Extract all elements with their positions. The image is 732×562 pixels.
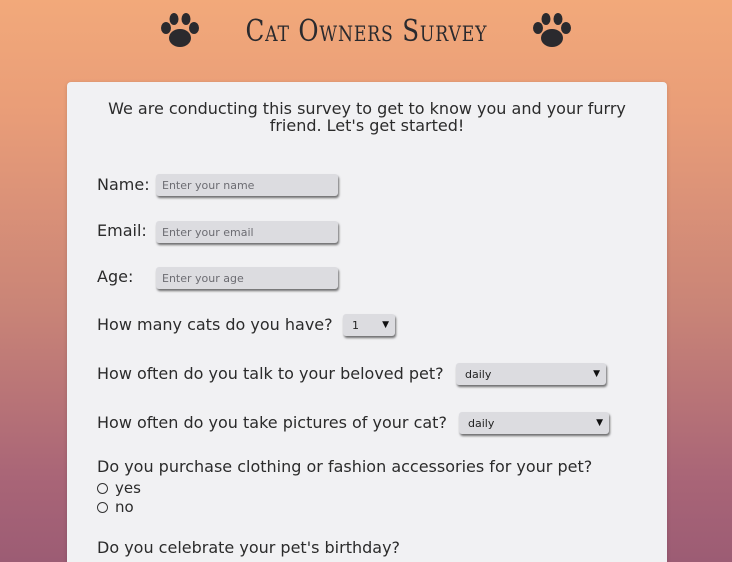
page-title: Cat Owners Survey: [245, 13, 487, 49]
clothing-question-label: Do you purchase clothing or fashion acce…: [97, 457, 593, 476]
email-input[interactable]: [156, 221, 338, 243]
paw-icon: [531, 12, 573, 50]
intro-text: We are conducting this survey to get to …: [108, 99, 626, 135]
cat-count-label: How many cats do you have?: [97, 315, 333, 334]
talk-frequency-value: daily: [465, 367, 492, 381]
radio-label-no: no: [115, 498, 134, 516]
dropdown-arrow-icon: ▼: [382, 320, 389, 330]
radio-button[interactable]: [97, 482, 108, 494]
talk-frequency-label: How often do you talk to your beloved pe…: [97, 364, 444, 383]
clothing-option-no[interactable]: no: [97, 498, 134, 516]
radio-label-yes: yes: [115, 479, 141, 497]
cat-count-select[interactable]: 1 ▼: [343, 314, 395, 336]
birthday-question-label: Do you celebrate your pet's birthday?: [97, 538, 401, 557]
age-label: Age:: [97, 267, 134, 286]
name-input[interactable]: [156, 174, 338, 196]
clothing-option-yes[interactable]: yes: [97, 479, 141, 497]
email-label: Email:: [97, 221, 147, 240]
picture-frequency-value: daily: [468, 416, 495, 430]
name-label: Name:: [97, 175, 150, 194]
radio-button[interactable]: [97, 501, 108, 513]
survey-form: We are conducting this survey to get to …: [67, 82, 667, 562]
talk-frequency-select[interactable]: daily ▼: [456, 363, 606, 385]
age-input[interactable]: [156, 267, 338, 289]
picture-frequency-label: How often do you take pictures of your c…: [97, 413, 447, 432]
dropdown-arrow-icon: ▼: [593, 369, 600, 379]
paw-icon: [159, 12, 201, 50]
dropdown-arrow-icon: ▼: [596, 418, 603, 428]
cat-count-value: 1: [352, 318, 359, 332]
picture-frequency-select[interactable]: daily ▼: [459, 412, 609, 434]
page-header: Cat Owners Survey: [0, 0, 732, 62]
